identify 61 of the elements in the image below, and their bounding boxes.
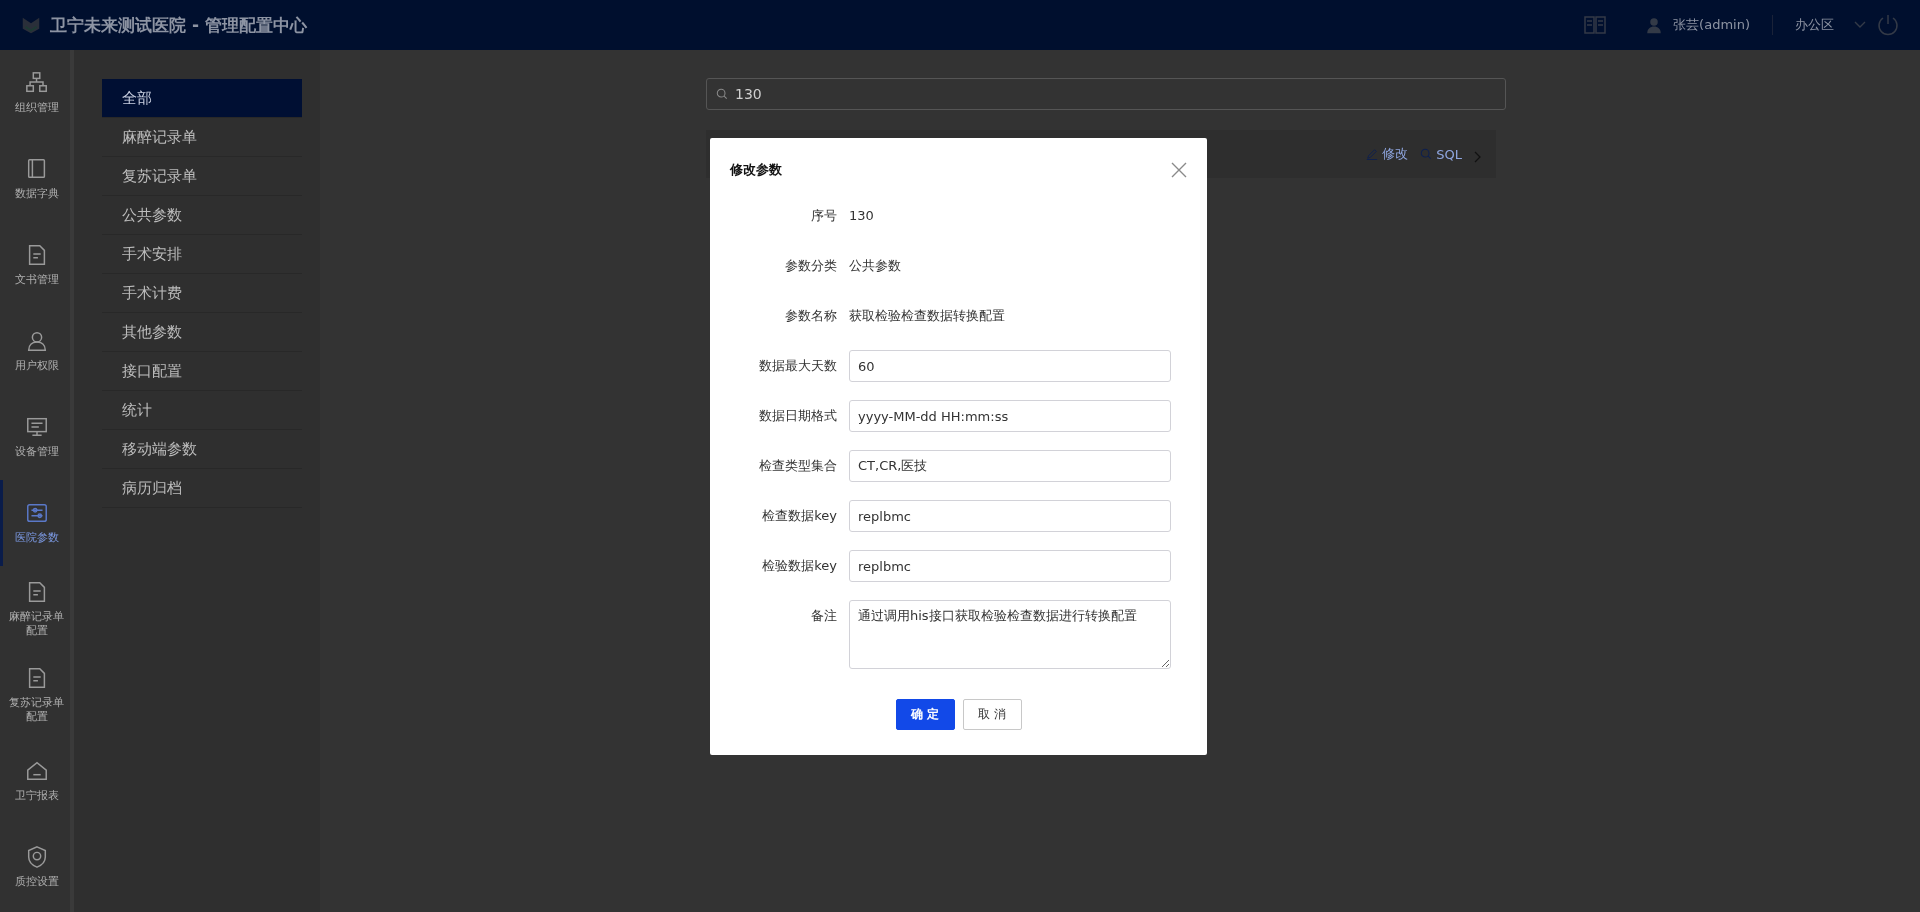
field-label: 检查数据key [761, 507, 837, 525]
field-label: 参数分类 [784, 257, 837, 275]
field-label: 序号 [810, 207, 837, 225]
field-label: 检查类型集合 [758, 457, 837, 475]
field-value: 公共参数 [849, 257, 902, 275]
side-nav-item[interactable]: 卫宁报表 [0, 738, 70, 824]
field-label: 备注 [810, 607, 837, 625]
side-nav-item[interactable]: 数据字典 [0, 136, 70, 222]
book-icon[interactable] [1583, 13, 1608, 37]
app-title: 卫宁未来测试医院 - 管理配置中心 [50, 13, 307, 37]
field-value: 获取检验检查数据转换配置 [849, 307, 1006, 325]
area-name[interactable]: 办公区 [1795, 16, 1834, 34]
field-label: 参数名称 [784, 307, 837, 325]
confirm-button[interactable]: 确 定 [895, 699, 955, 730]
side-nav-item[interactable]: 医院参数 [0, 480, 70, 566]
cancel-button[interactable]: 取 消 [962, 699, 1022, 730]
side-nav-item[interactable]: 设备管理 [0, 394, 70, 480]
category-item[interactable]: 手术安排 [102, 235, 302, 274]
field-label: 检验数据key [761, 557, 837, 575]
sliders-icon [24, 501, 49, 525]
input-field[interactable]: replbmc [849, 550, 1171, 582]
category-item[interactable]: 移动端参数 [102, 430, 302, 469]
side-nav-item[interactable]: 麻醉记录单配置 [0, 566, 70, 652]
field-value: 130 [849, 207, 875, 225]
category-item[interactable]: 接口配置 [102, 352, 302, 391]
category-item[interactable]: 统计 [102, 391, 302, 430]
power-icon[interactable] [1876, 13, 1900, 37]
monitor-icon [24, 415, 49, 439]
chevron-right-icon[interactable] [1474, 151, 1482, 163]
pencil-icon [1366, 148, 1379, 160]
row-action-link[interactable]: SQL [1420, 146, 1462, 162]
field-label: 数据最大天数 [758, 357, 837, 375]
user-icon [1645, 16, 1664, 34]
close-icon[interactable] [1171, 162, 1187, 178]
input-field[interactable]: yyyy-MM-dd HH:mm:ss [849, 400, 1171, 432]
search-field[interactable]: 130 [706, 78, 1506, 110]
side-nav-item[interactable]: 复苏记录单配置 [0, 652, 70, 738]
input-field[interactable]: CT,CR,医技 [849, 450, 1171, 482]
search-icon [1420, 148, 1433, 160]
field-label: 数据日期格式 [758, 407, 837, 425]
side-nav-item[interactable]: 用户权限 [0, 308, 70, 394]
category-item[interactable]: 复苏记录单 [102, 157, 302, 196]
category-item[interactable]: 全部 [102, 79, 302, 118]
chevron-down-icon[interactable] [1854, 21, 1866, 29]
input-field[interactable]: 60 [849, 350, 1171, 382]
side-nav-item[interactable]: 质控设置 [0, 824, 70, 910]
hierarchy-icon [24, 71, 49, 95]
category-item[interactable]: 病历归档 [102, 469, 302, 508]
input-field[interactable]: replbmc [849, 500, 1171, 532]
category-item[interactable]: 手术计费 [102, 274, 302, 313]
search-icon [716, 88, 728, 100]
remark-field[interactable]: 通过调用his接口获取检验检查数据进行转换配置 [849, 600, 1171, 669]
side-nav-item[interactable]: 文书管理 [0, 222, 70, 308]
dialog-title: 修改参数 [730, 161, 782, 179]
row-action-link[interactable]: 修改 [1366, 145, 1409, 163]
user-name[interactable]: 张芸(admin) [1673, 16, 1750, 34]
category-item[interactable]: 公共参数 [102, 196, 302, 235]
side-nav-item[interactable]: 组织管理 [0, 50, 70, 136]
category-item[interactable]: 麻醉记录单 [102, 118, 302, 157]
category-item[interactable]: 其他参数 [102, 313, 302, 352]
house-icon [24, 759, 49, 783]
